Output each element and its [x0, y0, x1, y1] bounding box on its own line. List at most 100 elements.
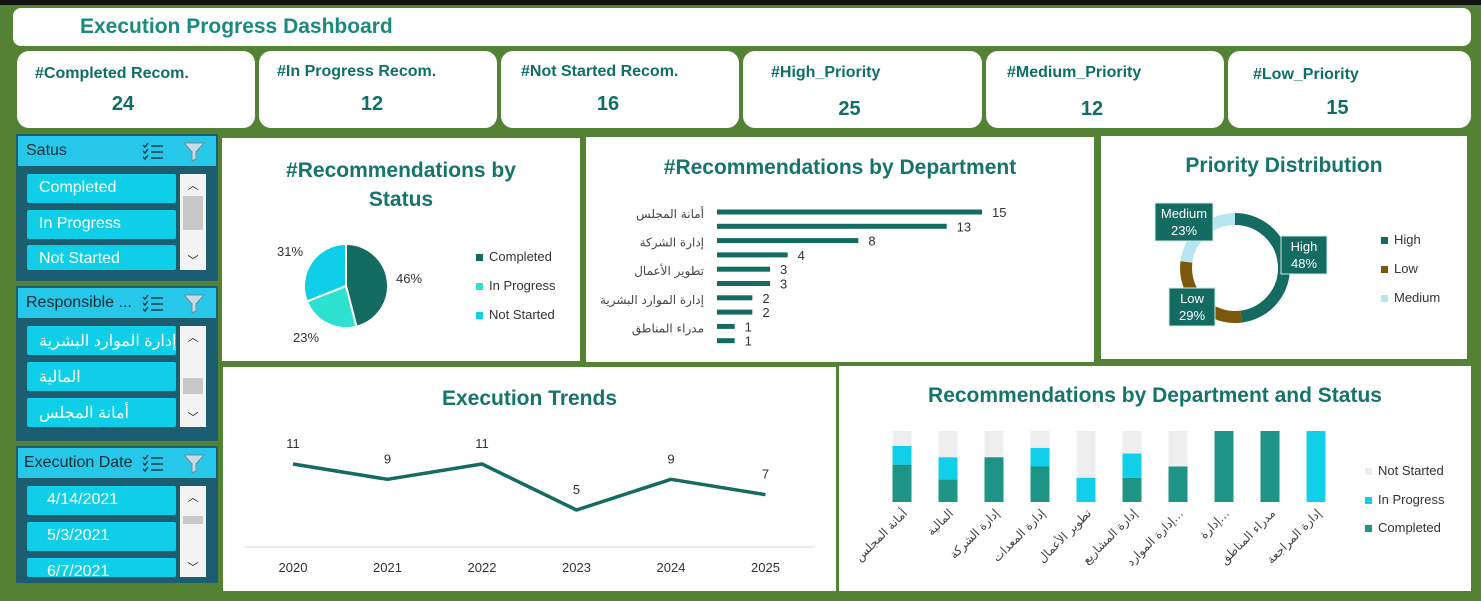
- data-label-value: 29%: [1179, 308, 1205, 323]
- clear-filter-icon[interactable]: [182, 292, 208, 314]
- stacked-bar-segment: [1122, 477, 1142, 502]
- bar: [717, 323, 735, 329]
- priority-donut-chart: High 48% Low 29% Medium 23%: [1154, 202, 1328, 327]
- stacked-bar-segment: [1168, 466, 1188, 502]
- stacked-bar-segment: [938, 431, 958, 458]
- bar: [717, 252, 788, 258]
- stacked-bar-segment: [1122, 453, 1142, 478]
- responsible-slicer: Responsible ... إدارة الموارد البشرية ال…: [16, 286, 218, 441]
- category-label: إدارة…: [1197, 506, 1233, 542]
- data-label-category: Medium: [1161, 206, 1207, 221]
- stacked-bar-segment: [984, 457, 1004, 502]
- multi-select-icon[interactable]: [142, 453, 164, 473]
- x-tick-label: 2021: [373, 560, 402, 575]
- multi-select-icon[interactable]: [142, 141, 164, 161]
- slicer-scrollbar[interactable]: ︿ ﹀: [180, 174, 206, 270]
- stacked-bar-segment: [1214, 431, 1234, 502]
- scrollbar-thumb[interactable]: [183, 516, 203, 524]
- bar: [717, 309, 753, 315]
- slicer-item[interactable]: Not Started: [27, 245, 176, 270]
- category-label: مدراء المناطق: [632, 321, 704, 336]
- slicer-item-label: المالية: [39, 369, 81, 386]
- slicer-item-label: In Progress: [39, 215, 121, 232]
- priority-chart-panel: Priority Distribution High 48% Low 29% Mediu…: [1101, 136, 1467, 359]
- scrollbar-thumb[interactable]: [183, 196, 203, 230]
- slicer-header: Execution Date: [18, 448, 216, 478]
- slicer-header: Satus: [18, 136, 216, 166]
- slicer-item[interactable]: 6/7/2021: [27, 558, 176, 577]
- status-chart-panel: #Recommendations by Status 46% 23% 31% Com…: [222, 138, 580, 361]
- legend-item: Completed: [1365, 520, 1441, 535]
- slicer-item-label: أمانة المجلس: [39, 405, 129, 422]
- slicer-item[interactable]: 5/3/2021: [27, 522, 176, 551]
- stacked-bar-segment: [1030, 466, 1050, 502]
- data-label: 2: [762, 305, 769, 320]
- department-bar-chart: 15أمانة المجلس138إدارة الشركة43تطوير الأ…: [600, 205, 1007, 349]
- scroll-down-icon[interactable]: ﹀: [180, 409, 206, 425]
- slicer-scrollbar[interactable]: ︿ ﹀: [180, 326, 206, 427]
- kpi-card-completed: #Completed Recom. 24: [17, 51, 255, 128]
- stacked-bar-segment: [1076, 431, 1096, 478]
- kpi-label: #High_Priority: [771, 64, 881, 81]
- slicer-item[interactable]: Completed: [27, 174, 176, 203]
- data-label-category: High: [1291, 239, 1318, 254]
- stacked-bar-segment: [892, 445, 912, 465]
- slicer-title: Satus: [26, 142, 67, 159]
- slicer-item-label: Not Started: [39, 250, 120, 267]
- data-label: 1: [745, 319, 752, 334]
- data-label: 3: [780, 277, 787, 292]
- slicer-item[interactable]: إدارة الموارد البشرية: [27, 326, 176, 355]
- category-label: إدارة الموارد البشرية: [600, 293, 704, 308]
- data-label: 5: [573, 482, 580, 497]
- kpi-card-medium-priority: #Medium_Priority 12: [986, 51, 1224, 128]
- department-chart-panel: #Recommendations by Department 15 أمانة ا…: [586, 137, 1094, 362]
- category-label: إدارة الشركة: [640, 236, 704, 251]
- data-label-value: 48%: [1291, 256, 1317, 271]
- kpi-card-low-priority: #Low_Priority 15: [1228, 51, 1471, 128]
- legend-label: Not Started: [489, 307, 555, 322]
- stacked-bar-segment: [938, 479, 958, 502]
- legend-item: Not Started: [476, 307, 555, 322]
- kpi-card-in-progress: #In Progress Recom. 12: [259, 51, 497, 128]
- data-label: 13: [957, 219, 971, 234]
- scrollbar-thumb[interactable]: [183, 378, 203, 394]
- slicer-header: Responsible ...: [18, 288, 216, 318]
- stacked-bar-segment: [984, 431, 1004, 458]
- slicer-item-label: 6/7/2021: [47, 563, 110, 577]
- slicer-title: Execution Date: [24, 454, 133, 471]
- slicer-scrollbar[interactable]: ︿ ﹀: [180, 486, 206, 577]
- scroll-up-icon[interactable]: ︿: [180, 177, 206, 193]
- kpi-value: 12: [1080, 98, 1104, 120]
- kpi-label: #Completed Recom.: [35, 65, 189, 82]
- kpi-value: 16: [596, 93, 620, 115]
- slicer-item[interactable]: In Progress: [27, 210, 176, 239]
- slicer-item[interactable]: أمانة المجلس: [27, 398, 176, 427]
- multi-select-icon[interactable]: [142, 293, 164, 313]
- slicer-item[interactable]: المالية: [27, 362, 176, 391]
- dept-status-chart-panel: Recommendations by Department and Status…: [839, 366, 1471, 591]
- clear-filter-icon[interactable]: [182, 452, 208, 474]
- legend-label: High: [1394, 232, 1421, 247]
- clear-filter-icon[interactable]: [182, 140, 208, 162]
- legend-item: Completed: [476, 249, 552, 264]
- slicer-item[interactable]: 4/14/2021: [27, 486, 176, 515]
- data-label: 15: [992, 205, 1006, 220]
- scroll-up-icon[interactable]: ︿: [180, 489, 206, 505]
- legend-label: In Progress: [1378, 492, 1445, 507]
- scroll-up-icon[interactable]: ︿: [180, 329, 206, 345]
- data-label: 9: [384, 451, 391, 466]
- scroll-down-icon[interactable]: ﹀: [180, 559, 206, 575]
- trend-line: [292, 462, 766, 512]
- scroll-down-icon[interactable]: ﹀: [180, 252, 206, 268]
- dashboard-title-bar: Execution Progress Dashboard: [13, 8, 1471, 46]
- category-label: تطوير الأعمال: [634, 263, 704, 279]
- legend-item: High: [1381, 232, 1421, 247]
- slicer-item-label: إدارة الموارد البشرية: [39, 333, 176, 350]
- stacked-bar-segment: [1306, 431, 1326, 502]
- legend-item: Not Started: [1365, 463, 1444, 478]
- data-label: 11: [475, 436, 489, 451]
- data-label: 4: [798, 248, 805, 263]
- stacked-bar-segment: [1030, 447, 1050, 467]
- legend-item: In Progress: [1365, 492, 1444, 507]
- kpi-card-not-started: #Not Started Recom. 16: [501, 51, 739, 128]
